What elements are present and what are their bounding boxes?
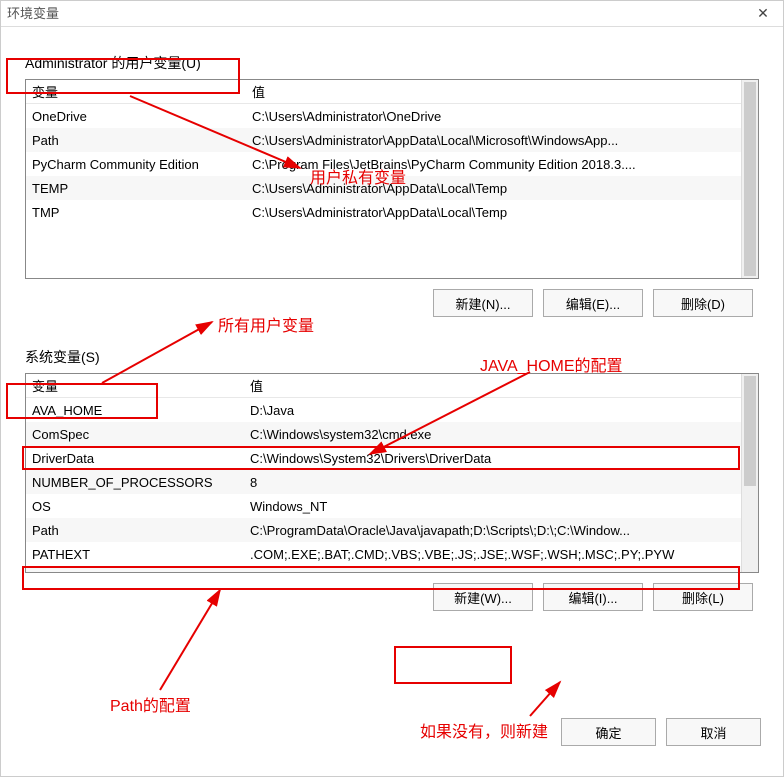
list-item[interactable]: PathC:\Users\Administrator\AppData\Local…: [26, 128, 758, 152]
list-item[interactable]: TEMPC:\Users\Administrator\AppData\Local…: [26, 176, 758, 200]
edit-user-var-button[interactable]: 编辑(E)...: [543, 289, 643, 317]
list-item[interactable]: PROCESSOR_ARCHITECTUREAMD64: [26, 566, 758, 572]
sys-list-header: 变量 值: [26, 374, 758, 398]
new-sys-var-button[interactable]: 新建(W)...: [433, 583, 533, 611]
list-item[interactable]: PathC:\ProgramData\Oracle\Java\javapath;…: [26, 518, 758, 542]
cancel-button[interactable]: 取消: [666, 718, 761, 746]
system-vars-list[interactable]: 变量 值 AVA_HOMED:\Java ComSpecC:\Windows\s…: [25, 373, 759, 573]
list-item[interactable]: DriverDataC:\Windows\System32\Drivers\Dr…: [26, 446, 758, 470]
col-var: 变量: [26, 80, 246, 104]
col-val: 值: [244, 374, 758, 398]
list-item[interactable]: NUMBER_OF_PROCESSORS8: [26, 470, 758, 494]
list-item[interactable]: TMPC:\Users\Administrator\AppData\Local\…: [26, 200, 758, 224]
titlebar: 环境变量 ✕: [1, 1, 783, 27]
user-buttons: 新建(N)... 编辑(E)... 删除(D): [25, 289, 759, 317]
dialog-content: Administrator 的用户变量(U) 变量 值 OneDriveC:\U…: [1, 27, 783, 611]
user-list-header: 变量 值: [26, 80, 758, 104]
list-item[interactable]: PyCharm Community EditionC:\Program File…: [26, 152, 758, 176]
user-vars-list[interactable]: 变量 值 OneDriveC:\Users\Administrator\OneD…: [25, 79, 759, 279]
delete-user-var-button[interactable]: 删除(D): [653, 289, 753, 317]
list-item[interactable]: AVA_HOMED:\Java: [26, 398, 758, 422]
col-var: 变量: [26, 374, 244, 398]
list-item[interactable]: ComSpecC:\Windows\system32\cmd.exe: [26, 422, 758, 446]
list-item[interactable]: OneDriveC:\Users\Administrator\OneDrive: [26, 104, 758, 128]
col-val: 值: [246, 80, 758, 104]
user-vars-section: Administrator 的用户变量(U) 变量 值 OneDriveC:\U…: [25, 53, 759, 317]
system-vars-section: 系统变量(S) 变量 值 AVA_HOMED:\Java ComSpecC:\W…: [25, 347, 759, 611]
ok-button[interactable]: 确定: [561, 718, 656, 746]
scrollbar[interactable]: [741, 80, 758, 278]
edit-sys-var-button[interactable]: 编辑(I)...: [543, 583, 643, 611]
dialog-main-buttons: 确定 取消: [561, 718, 761, 746]
system-vars-label: 系统变量(S): [25, 347, 100, 367]
scrollbar[interactable]: [741, 374, 758, 572]
list-item[interactable]: OSWindows_NT: [26, 494, 758, 518]
close-button[interactable]: ✕: [743, 1, 783, 27]
list-item[interactable]: PATHEXT.COM;.EXE;.BAT;.CMD;.VBS;.VBE;.JS…: [26, 542, 758, 566]
new-user-var-button[interactable]: 新建(N)...: [433, 289, 533, 317]
dialog-title: 环境变量: [7, 1, 59, 27]
env-vars-dialog: 环境变量 ✕ Administrator 的用户变量(U) 变量 值 OneDr…: [0, 0, 784, 777]
delete-sys-var-button[interactable]: 删除(L): [653, 583, 753, 611]
sys-buttons: 新建(W)... 编辑(I)... 删除(L): [25, 583, 759, 611]
user-vars-label: Administrator 的用户变量(U): [25, 53, 201, 73]
